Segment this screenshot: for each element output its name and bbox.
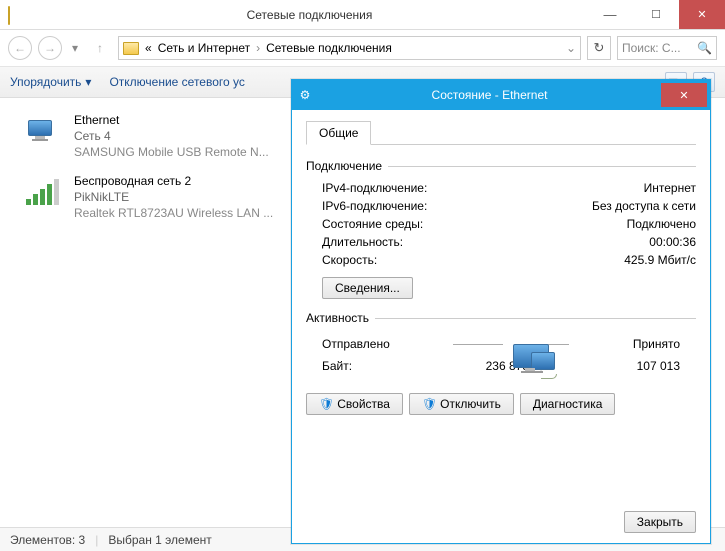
dialog-tabstrip: Общие <box>306 120 696 145</box>
forward-button[interactable]: → <box>38 36 62 60</box>
connection-name: Беспроводная сеть 2 <box>74 173 273 189</box>
search-placeholder: Поиск: С... <box>622 41 681 55</box>
tab-general[interactable]: Общие <box>306 121 371 145</box>
ipv4-value: Интернет <box>644 181 696 195</box>
wifi-icon <box>20 173 64 213</box>
details-button[interactable]: Сведения... <box>322 277 413 299</box>
breadcrumb[interactable]: Сетевые подключения <box>266 41 392 55</box>
ethernet-icon <box>20 112 64 152</box>
breadcrumb-separator: › <box>256 41 260 55</box>
properties-button[interactable]: 🛡Свойства <box>306 393 403 415</box>
ipv6-label: IPv6-подключение: <box>322 199 427 213</box>
chevron-down-icon: ▾ <box>85 75 91 89</box>
back-button[interactable]: ← <box>8 36 32 60</box>
search-icon: 🔍 <box>697 41 712 55</box>
dialog-action-row: 🛡Свойства 🛡Отключить Диагностика <box>306 387 696 419</box>
status-selected-count: Выбран 1 элемент <box>108 533 211 547</box>
disable-button[interactable]: 🛡Отключить <box>409 393 514 415</box>
close-dialog-button[interactable]: Закрыть <box>624 511 696 533</box>
organize-menu[interactable]: Упорядочить ▾ <box>10 75 91 89</box>
duration-value: 00:00:36 <box>649 235 696 249</box>
close-button[interactable] <box>679 0 725 29</box>
up-button[interactable]: ↑ <box>88 36 112 60</box>
app-icon <box>8 7 24 23</box>
connection-adapter: Realtek RTL8723AU Wireless LAN ... <box>74 205 273 221</box>
sent-label: Отправлено <box>322 337 390 351</box>
bytes-label: Байт: <box>322 359 402 373</box>
history-dropdown[interactable]: ▾ <box>68 36 82 60</box>
bytes-received-value: 107 013 <box>553 359 680 373</box>
address-bar[interactable]: « Сеть и Интернет › Сетевые подключения … <box>118 36 581 60</box>
connection-name: Ethernet <box>74 112 269 128</box>
media-state-label: Состояние среды: <box>322 217 423 231</box>
dialog-titlebar[interactable]: ⚙ Состояние - Ethernet ✕ <box>292 80 710 110</box>
media-state-value: Подключено <box>627 217 696 231</box>
connection-item-ethernet[interactable]: Ethernet Сеть 4 SAMSUNG Mobile USB Remot… <box>16 106 296 167</box>
folder-icon <box>123 42 139 55</box>
bytes-sent-value: 236 878 <box>402 359 529 373</box>
refresh-button[interactable]: ↻ <box>587 36 611 60</box>
speed-value: 425.9 Мбит/с <box>624 253 696 267</box>
connection-item-wifi[interactable]: Беспроводная сеть 2 PikNikLTE Realtek RT… <box>16 167 296 228</box>
window-title: Сетевые подключения <box>32 8 587 22</box>
connection-adapter: SAMSUNG Mobile USB Remote N... <box>74 144 269 160</box>
speed-label: Скорость: <box>322 253 377 267</box>
status-dialog: ⚙ Состояние - Ethernet ✕ Общие Подключен… <box>291 79 711 544</box>
ipv4-label: IPv4-подключение: <box>322 181 427 195</box>
navigation-bar: ← → ▾ ↑ « Сеть и Интернет › Сетевые подк… <box>0 30 725 66</box>
search-input[interactable]: Поиск: С... 🔍 <box>617 36 717 60</box>
group-connection: Подключение IPv4-подключение:Интернет IP… <box>306 159 696 299</box>
shield-icon: 🛡 <box>422 397 437 411</box>
connection-network: Сеть 4 <box>74 128 269 144</box>
dialog-icon: ⚙ <box>292 88 318 102</box>
window-titlebar: Сетевые подключения <box>0 0 725 30</box>
dialog-title: Состояние - Ethernet <box>318 88 661 102</box>
diagnose-button[interactable]: Диагностика <box>520 393 616 415</box>
group-activity: Активность Отправлено Принято Байт: 236 … <box>306 311 696 375</box>
connection-network: PikNikLTE <box>74 189 273 205</box>
shield-icon: 🛡 <box>319 397 334 411</box>
breadcrumb[interactable]: Сеть и Интернет <box>158 41 250 55</box>
address-prefix: « <box>145 41 152 55</box>
received-label: Принято <box>633 337 680 351</box>
minimize-button[interactable] <box>587 0 633 29</box>
duration-label: Длительность: <box>322 235 403 249</box>
status-item-count: Элементов: 3 <box>10 533 85 547</box>
maximize-button[interactable] <box>633 0 679 29</box>
disable-device-button[interactable]: Отключение сетевого ус <box>109 75 244 89</box>
ipv6-value: Без доступа к сети <box>592 199 696 213</box>
dialog-close-button[interactable]: ✕ <box>661 83 707 107</box>
address-dropdown-icon[interactable]: ⌄ <box>566 41 576 55</box>
